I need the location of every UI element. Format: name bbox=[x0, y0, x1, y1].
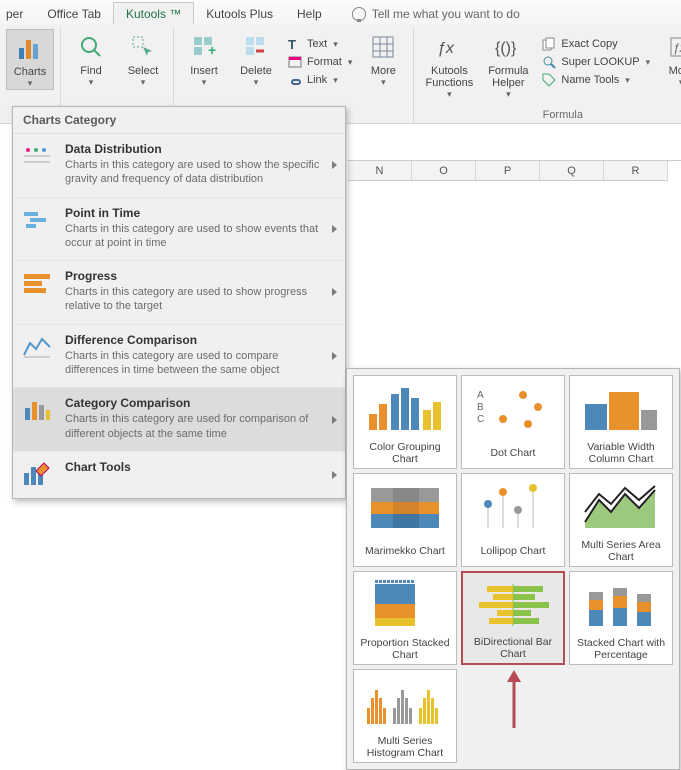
distribution-icon bbox=[21, 142, 53, 170]
category-icon bbox=[21, 396, 53, 424]
grid-icon bbox=[367, 31, 399, 63]
svg-text:C: C bbox=[477, 414, 484, 425]
dot-chart-thumb: ABC bbox=[462, 376, 564, 442]
chevron-right-icon bbox=[332, 225, 337, 233]
tag-icon bbox=[541, 72, 557, 88]
menu-item-point-in-time[interactable]: Point in Time Charts in this category ar… bbox=[13, 198, 345, 262]
text-icon: T bbox=[287, 36, 303, 52]
gallery-multi-area[interactable]: Multi Series Area Chart bbox=[569, 473, 673, 567]
menu-item-desc: Charts in this category are used to show… bbox=[65, 158, 335, 187]
chart-tools-icon bbox=[21, 460, 53, 488]
insert-icon: + bbox=[188, 31, 220, 63]
tab-kutools[interactable]: Kutools ™ bbox=[113, 2, 194, 24]
gallery-color-grouping[interactable]: Color Grouping Chart bbox=[353, 375, 457, 469]
chevron-right-icon bbox=[332, 288, 337, 296]
chevron-right-icon bbox=[332, 416, 337, 424]
chevron-right-icon bbox=[332, 161, 337, 169]
select-icon bbox=[127, 31, 159, 63]
lollipop-thumb bbox=[462, 474, 564, 540]
exact-copy-button[interactable]: Exact Copy bbox=[538, 35, 653, 53]
timeline-icon bbox=[21, 206, 53, 234]
group-label-formula: Formula bbox=[420, 107, 681, 123]
ribbon-tabstrip: per Office Tab Kutools ™ Kutools Plus He… bbox=[0, 0, 681, 24]
gallery-lollipop[interactable]: Lollipop Chart bbox=[461, 473, 565, 567]
insert-button[interactable]: + Insert ▾ bbox=[180, 29, 228, 95]
charts-button[interactable]: Charts ▾ bbox=[6, 29, 54, 90]
more2-button[interactable]: ƒx More ▾ bbox=[657, 29, 681, 107]
tab-help[interactable]: Help bbox=[285, 3, 334, 24]
gallery-proportion-stacked[interactable]: Proportion Stacked Chart bbox=[353, 571, 457, 665]
tell-me-placeholder: Tell me what you want to do bbox=[372, 7, 520, 21]
chevron-down-icon: ▾ bbox=[28, 78, 33, 89]
charts-icon bbox=[14, 32, 46, 64]
svg-text:B: B bbox=[477, 402, 484, 413]
varwidth-thumb bbox=[570, 376, 672, 442]
menu-item-category-comparison[interactable]: Category Comparison Charts in this categ… bbox=[13, 388, 345, 452]
color-grouping-thumb bbox=[354, 376, 456, 442]
fx-icon: ƒx bbox=[433, 31, 465, 63]
delete-button[interactable]: Delete ▾ bbox=[232, 29, 280, 95]
find-button[interactable]: Find ▾ bbox=[67, 29, 115, 88]
lookup-icon bbox=[541, 54, 557, 70]
gallery-marimekko[interactable]: Marimekko Chart bbox=[353, 473, 457, 567]
svg-text:T: T bbox=[288, 37, 296, 51]
svg-text:{()}: {()} bbox=[495, 40, 517, 57]
col-header[interactable]: Q bbox=[540, 161, 604, 181]
bidir-thumb bbox=[463, 573, 563, 637]
text-button[interactable]: T Text bbox=[284, 35, 355, 53]
name-tools-button[interactable]: Name Tools bbox=[538, 71, 653, 89]
gallery-stacked-percent[interactable]: Stacked Chart with Percentage bbox=[569, 571, 673, 665]
menu-item-data-distribution[interactable]: Data Distribution Charts in this categor… bbox=[13, 134, 345, 198]
stackpct-thumb bbox=[570, 572, 672, 638]
svg-text:+: + bbox=[208, 42, 216, 58]
charts-label: Charts bbox=[14, 66, 46, 78]
tab-office-tab[interactable]: Office Tab bbox=[35, 3, 113, 24]
tab-developer[interactable]: per bbox=[6, 3, 35, 24]
menu-item-difference-comparison[interactable]: Difference Comparison Charts in this cat… bbox=[13, 325, 345, 389]
copy-icon bbox=[541, 36, 557, 52]
multihist-thumb bbox=[354, 670, 456, 736]
charts-category-menu: Charts Category Data Distribution Charts… bbox=[12, 106, 346, 499]
gallery-multi-histogram[interactable]: Multi Series Histogram Chart bbox=[353, 669, 457, 763]
tab-kutools-plus[interactable]: Kutools Plus bbox=[194, 3, 285, 24]
propstack-thumb bbox=[354, 572, 456, 638]
col-header[interactable]: O bbox=[412, 161, 476, 181]
gallery-variable-width[interactable]: Variable Width Column Chart bbox=[569, 375, 673, 469]
diff-icon bbox=[21, 333, 53, 361]
link-button[interactable]: Link bbox=[284, 71, 355, 89]
menu-item-title: Data Distribution bbox=[65, 142, 335, 156]
multiarea-thumb bbox=[570, 474, 672, 540]
chevron-right-icon bbox=[332, 352, 337, 360]
gallery-dot-chart[interactable]: ABC Dot Chart bbox=[461, 375, 565, 469]
kutools-functions-button[interactable]: ƒx Kutools Functions ▾ bbox=[420, 29, 478, 107]
svg-text:ƒx: ƒx bbox=[673, 41, 681, 55]
progress-icon bbox=[21, 269, 53, 297]
column-headers: N O P Q R bbox=[348, 160, 681, 194]
lightbulb-icon bbox=[352, 7, 366, 21]
marimekko-thumb bbox=[354, 474, 456, 540]
svg-text:A: A bbox=[477, 390, 484, 401]
fx-box-icon: ƒx bbox=[665, 31, 681, 63]
gallery-bidirectional-bar[interactable]: BiDirectional Bar Chart bbox=[461, 571, 565, 665]
braces-icon: {()} bbox=[492, 31, 524, 63]
menu-item-chart-tools[interactable]: Chart Tools bbox=[13, 452, 345, 498]
menu-header: Charts Category bbox=[13, 107, 345, 134]
col-header[interactable]: N bbox=[348, 161, 412, 181]
more-button[interactable]: More ▾ bbox=[359, 29, 407, 95]
format-button[interactable]: Format bbox=[284, 53, 355, 71]
chevron-right-icon bbox=[332, 471, 337, 479]
col-header[interactable]: R bbox=[604, 161, 668, 181]
formula-helper-button[interactable]: {()} Formula Helper ▾ bbox=[482, 29, 534, 107]
super-lookup-button[interactable]: Super LOOKUP bbox=[538, 53, 653, 71]
svg-text:ƒx: ƒx bbox=[437, 40, 455, 57]
col-header[interactable]: P bbox=[476, 161, 540, 181]
link-icon bbox=[287, 72, 303, 88]
select-button[interactable]: Select ▾ bbox=[119, 29, 167, 88]
annotation-arrow bbox=[504, 670, 524, 730]
delete-icon bbox=[240, 31, 272, 63]
tell-me-search[interactable]: Tell me what you want to do bbox=[352, 7, 520, 24]
format-icon bbox=[287, 54, 303, 70]
magnifier-icon bbox=[75, 31, 107, 63]
menu-item-progress[interactable]: Progress Charts in this category are use… bbox=[13, 261, 345, 325]
